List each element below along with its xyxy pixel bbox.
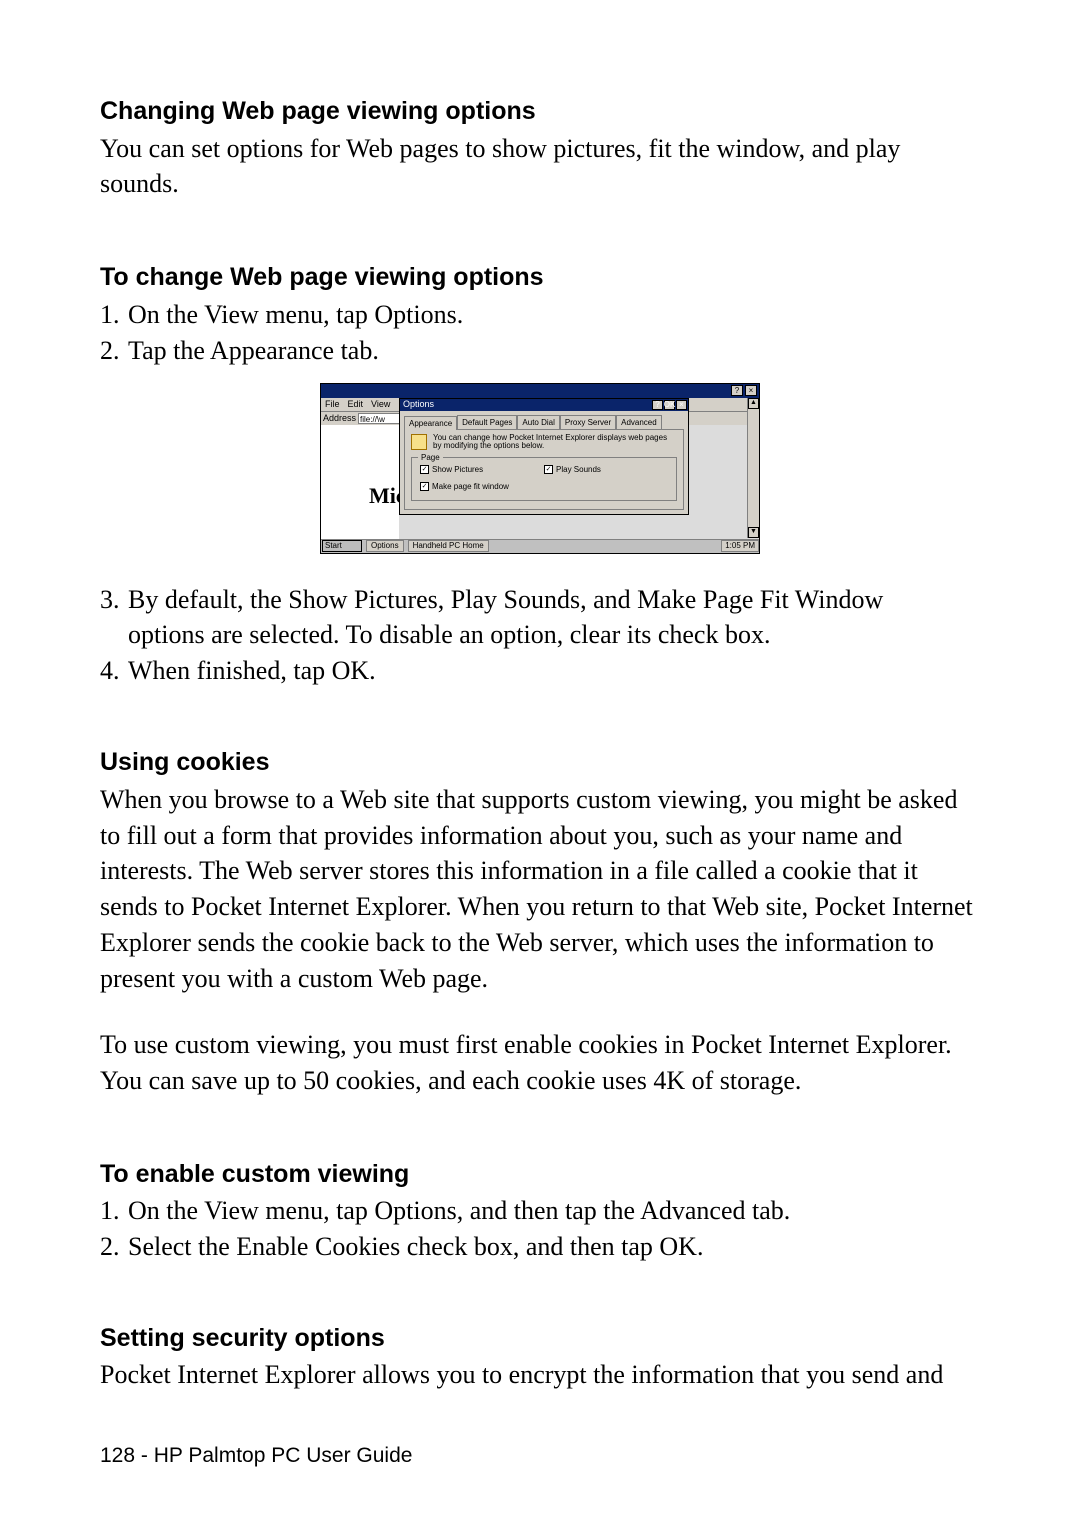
tray-clock: 1:05 PM [725,540,755,551]
group-legend-page: Page [418,452,443,463]
step-3-text-a: By default, the Show Pictures, Play Soun… [128,582,980,618]
menu-view[interactable]: View [371,398,390,410]
window-titlebar: ? × [321,384,759,398]
page-left-column: Mic [321,425,399,539]
footer-separator: - [135,1444,154,1467]
window-close-button[interactable]: × [745,385,757,396]
hint-text: You can change how Pocket Internet Explo… [433,434,677,452]
dialog-tabs: Appearance Default Pages Auto Dial Proxy… [400,411,688,429]
menu-edit[interactable]: Edit [348,398,364,410]
scroll-up-icon[interactable]: ▲ [748,398,759,409]
checkbox-play-sounds[interactable]: ✓ [544,465,553,474]
dialog-title: Options [403,398,434,410]
scroll-down-icon[interactable]: ▼ [748,527,759,538]
label-fit-window: Make page fit window [432,481,509,492]
page-footer: 128 - HP Palmtop PC User Guide [100,1442,412,1471]
hint-icon [411,434,427,450]
step-1-text: On the View menu, tap Options. [128,297,980,333]
para-cookies-1: When you browse to a Web site that suppo… [100,782,980,997]
footer-title: HP Palmtop PC User Guide [154,1444,413,1467]
heading-to-change: To change Web page viewing options [100,260,980,295]
step-3-number: 3. [100,582,128,618]
heading-enable-custom: To enable custom viewing [100,1157,980,1192]
dialog-close-button[interactable]: × [676,400,687,410]
enable-step-1-number: 1. [100,1193,128,1229]
para-changing-options: You can set options for Web pages to sho… [100,131,980,203]
system-tray: 1:05 PM [721,540,759,552]
start-button[interactable]: Start [322,540,362,552]
checkbox-show-pictures[interactable]: ✓ [420,465,429,474]
step-4-number: 4. [100,653,128,689]
screenshot-options-dialog: ? × File Edit View Address file://\w Mic… [320,383,760,554]
taskbar-task-options[interactable]: Options [366,540,404,552]
taskbar: Start Options Handheld PC Home 1:05 PM [321,539,759,553]
tab-auto-dial[interactable]: Auto Dial [517,415,559,429]
taskbar-task-home[interactable]: Handheld PC Home [408,540,489,552]
options-dialog: Options ? OK × Appearance Default Pages … [399,398,689,516]
step-2-text: Tap the Appearance tab. [128,333,980,369]
para-security: Pocket Internet Explorer allows you to e… [100,1357,980,1393]
enable-step-2-text: Select the Enable Cookies check box, and… [128,1229,980,1265]
enable-step-2-number: 2. [100,1229,128,1265]
heading-security-options: Setting security options [100,1321,980,1356]
tab-advanced[interactable]: Advanced [616,415,662,429]
tab-appearance[interactable]: Appearance [404,416,457,430]
step-2-number: 2. [100,333,128,369]
dialog-ok-button[interactable]: OK [664,400,675,410]
tab-default-pages[interactable]: Default Pages [457,415,517,429]
step-4-text: When finished, tap OK. [128,653,980,689]
dialog-help-button[interactable]: ? [652,400,663,410]
enable-step-1-text: On the View menu, tap Options, and then … [128,1193,980,1229]
menu-file[interactable]: File [325,398,340,410]
label-show-pictures: Show Pictures [432,464,483,475]
step-1-number: 1. [100,297,128,333]
footer-page-number: 128 [100,1444,135,1467]
step-3-text-b: options are selected. To disable an opti… [128,617,980,653]
window-help-button[interactable]: ? [731,385,743,396]
label-play-sounds: Play Sounds [556,464,601,475]
para-cookies-2: To use custom viewing, you must first en… [100,1027,980,1099]
tab-proxy-server[interactable]: Proxy Server [560,415,616,429]
heading-changing-options: Changing Web page viewing options [100,94,980,129]
checkbox-fit-window[interactable]: ✓ [420,482,429,491]
vertical-scrollbar[interactable]: ▲ ▼ [747,398,759,538]
tab-body-appearance: You can change how Pocket Internet Explo… [404,429,684,511]
heading-using-cookies: Using cookies [100,745,980,780]
address-label: Address [323,412,356,424]
